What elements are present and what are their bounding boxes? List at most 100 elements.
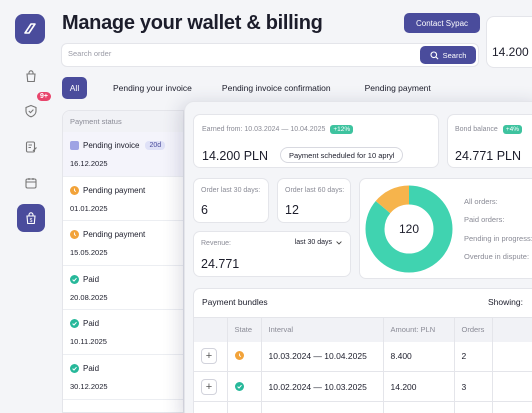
amount-cell: 14.200 [383, 371, 455, 402]
interval-cell: 10.02.2024 — 10.03.2025 [261, 371, 384, 402]
shield-check-icon [25, 104, 37, 118]
orders-donut-chart: 120 [365, 185, 453, 273]
col-extra [492, 317, 532, 342]
svg-text:$: $ [30, 218, 33, 224]
payment-scheduled-pill: Payment scheduled for 10 apryl [280, 147, 404, 163]
status-label: Pending invoice [83, 141, 140, 150]
status-date: 15.05.2025 [70, 248, 108, 258]
donut-center-value: 120 [399, 222, 419, 236]
bag-icon [26, 70, 36, 83]
list-item[interactable]: Paid 30.12.2025 [63, 355, 183, 400]
list-item[interactable]: Pending payment 15.05.2025 [63, 221, 183, 266]
tab-pending-payment[interactable]: Pending payment [365, 77, 431, 99]
earned-change-badge: +12% [330, 125, 354, 134]
nav-orders[interactable] [20, 65, 42, 87]
revenue-value: 24.771 [201, 257, 240, 271]
col-orders: Orders [454, 317, 493, 342]
days-tag: 20d [145, 141, 166, 150]
edit-document-icon [25, 141, 37, 153]
table-row[interactable] [194, 401, 532, 413]
tab-pending-your-invoice[interactable]: Pending your invoice [113, 77, 192, 99]
summary-value: 14.200 PLN [492, 45, 532, 59]
orders-60-value: 12 [285, 203, 299, 217]
payment-bundles-card: Payment bundles Showing: State Interval … [193, 288, 532, 413]
status-date: 10.11.2025 [70, 337, 107, 347]
status-label: Pending payment [83, 185, 146, 195]
top-right-summary-card: 14.200 PLN [486, 16, 532, 68]
revenue-card: Revenue: last 30 days 24.771 [193, 231, 351, 277]
expand-row-button[interactable]: + [201, 378, 217, 395]
search-icon [430, 50, 439, 59]
status-label: Paid [83, 363, 100, 373]
legend-pending: Pending in progress: [464, 234, 532, 243]
logo-icon [24, 23, 36, 34]
col-state: State [227, 317, 262, 342]
list-item[interactable]: Paid 20.08.2025 [63, 266, 183, 311]
bundles-showing-label: Showing: [488, 297, 523, 307]
bundles-table: State Interval Amount: PLN Orders + 10.0… [194, 317, 532, 413]
earned-card: Earned from: 10.03.2024 — 10.04.2025 +12… [193, 114, 439, 168]
status-date: 01.01.2025 [70, 203, 108, 213]
col-expand [194, 317, 228, 342]
col-amount: Amount: PLN [383, 317, 455, 342]
list-item[interactable]: Pending payment 01.01.2025 [63, 177, 183, 222]
check-icon [70, 319, 79, 329]
payment-status-list: Payment status Pending invoice 20d 16.12… [62, 110, 184, 413]
tab-all[interactable]: All [62, 77, 87, 99]
bond-balance-card: Bond balance +4% 24.771 PLN [447, 114, 532, 168]
status-label: Paid [83, 319, 100, 329]
nav-wallet[interactable]: $ [17, 204, 45, 232]
orders-30-card: Order last 30 days: 6 [193, 178, 269, 223]
orders-breakdown-card: 120 [359, 178, 532, 279]
search-button-label: Search [442, 50, 467, 60]
bundles-title: Payment bundles [202, 297, 268, 307]
check-icon [70, 274, 79, 284]
status-tabs: All Pending your invoice Pending invoice… [62, 76, 431, 100]
status-date: 30.12.2025 [70, 381, 108, 391]
wallet-icon: $ [26, 212, 36, 225]
legend-all-orders: All orders: [464, 197, 498, 206]
status-label: Paid [83, 274, 100, 284]
nav-security[interactable] [20, 100, 42, 122]
extra-cell [492, 341, 532, 372]
clock-icon [70, 185, 79, 195]
search-bar: Search [61, 43, 479, 67]
revenue-label: Revenue: [201, 240, 231, 247]
nav-documents[interactable] [20, 136, 42, 158]
orders-60-card: Order last 60 days: 12 [277, 178, 351, 223]
contact-button[interactable]: Contact Sypac [404, 13, 480, 33]
legend-paid-orders: Paid orders: [464, 215, 505, 224]
table-header-row: State Interval Amount: PLN Orders [194, 317, 532, 342]
search-input[interactable] [68, 49, 408, 58]
app-logo[interactable] [15, 14, 45, 44]
table-row[interactable]: + 10.02.2024 — 10.03.2025 14.200 3 [194, 371, 532, 402]
list-item[interactable]: Paid 10.11.2025 [63, 310, 183, 355]
orders-60-label: Order last 60 days: [285, 187, 345, 194]
earned-label: Earned from: 10.03.2024 — 10.04.2025 [202, 126, 326, 133]
check-icon [234, 381, 244, 391]
earned-value: 14.200 PLN [202, 149, 269, 163]
nav-calendar[interactable] [20, 172, 42, 194]
clock-icon [234, 351, 244, 361]
legend-overdue: Overdue in dispute: [464, 252, 530, 261]
orders-30-value: 6 [201, 203, 208, 217]
search-button[interactable]: Search [420, 46, 476, 64]
status-date: 20.08.2025 [70, 292, 108, 302]
tab-pending-invoice-confirmation[interactable]: Pending invoice confirmation [222, 77, 331, 99]
revenue-period-label: last 30 days [294, 239, 332, 246]
bond-label: Bond balance [455, 126, 498, 133]
calendar-icon [25, 178, 37, 189]
extra-cell [492, 371, 532, 402]
sidebar: 9+ $ [0, 0, 52, 413]
list-header: Payment status [63, 111, 183, 132]
amount-cell: 8.400 [383, 341, 455, 372]
revenue-period-select[interactable]: last 30 days [295, 239, 342, 246]
invoice-icon [70, 141, 79, 150]
orders-30-label: Order last 30 days: [201, 187, 261, 194]
expand-row-button[interactable]: + [201, 348, 217, 365]
status-date: 16.12.2025 [70, 159, 108, 168]
list-item[interactable]: Pending invoice 20d 16.12.2025 [63, 132, 183, 177]
page-title: Manage your wallet & billing [62, 12, 323, 34]
chevron-down-icon [336, 240, 342, 245]
table-row[interactable]: + 10.03.2024 — 10.04.2025 8.400 2 [194, 341, 532, 372]
